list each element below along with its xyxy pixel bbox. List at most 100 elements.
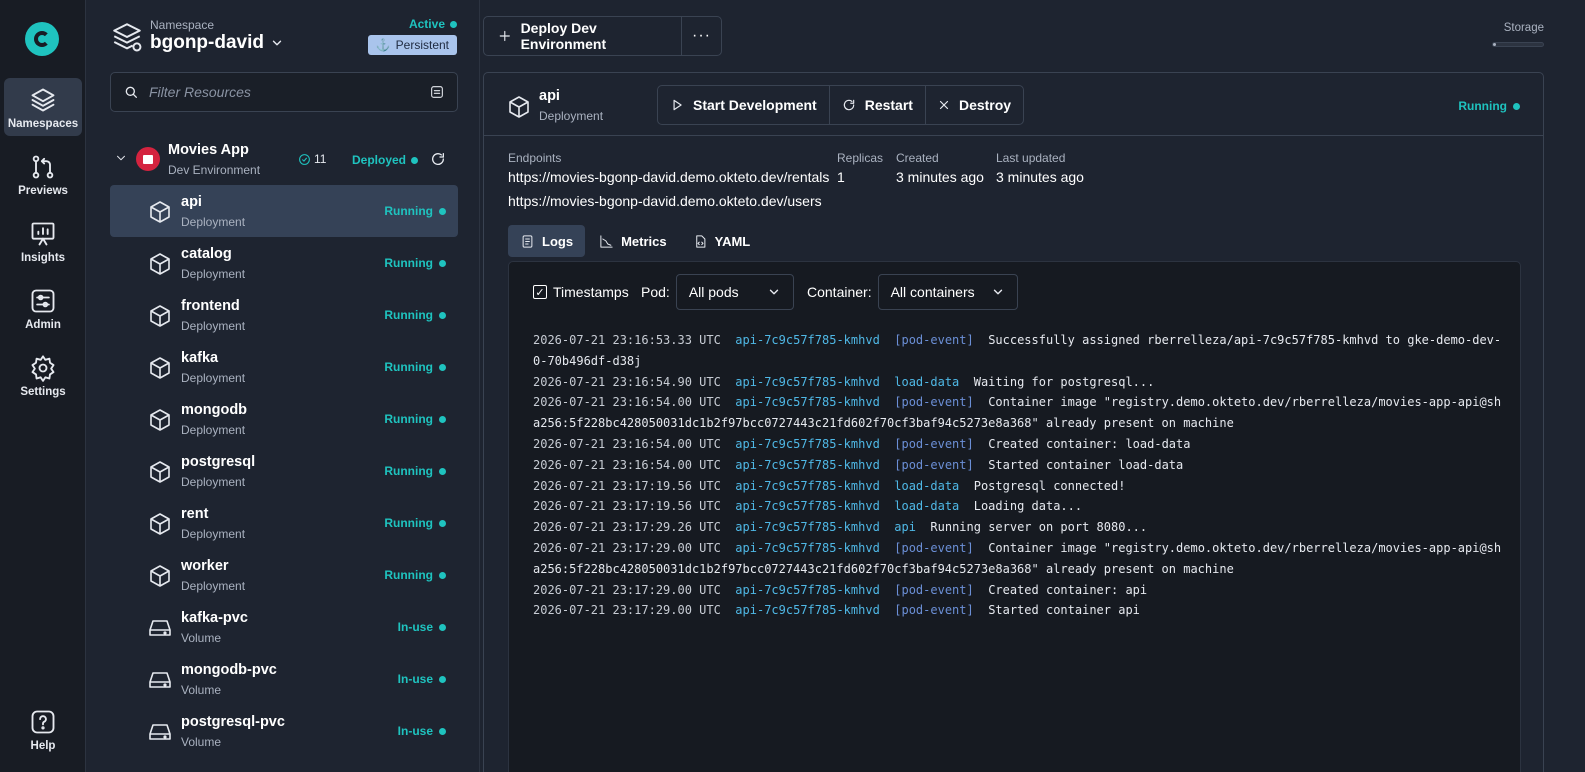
namespace-caption: Namespace — [150, 18, 215, 32]
resource-item-mongodb[interactable]: mongodb Deployment Running — [110, 393, 458, 445]
log-message: Started container load-data — [988, 457, 1184, 472]
resource-item-rent[interactable]: rent Deployment Running — [110, 497, 458, 549]
resource-item-worker[interactable]: worker Deployment Running — [110, 549, 458, 601]
resource-item-postgresql[interactable]: postgresql Deployment Running — [110, 445, 458, 497]
play-icon — [673, 99, 682, 111]
cube-icon — [150, 513, 170, 535]
log-timestamp: 2026-07-21 23:16:53.33 UTC — [533, 333, 721, 347]
nav-namespaces[interactable]: Namespaces — [4, 78, 82, 136]
file-code-icon — [695, 234, 705, 248]
storage-progress-fill — [1493, 43, 1496, 46]
endpoint-link[interactable]: https://movies-bgonp-david.demo.okteto.d… — [508, 169, 829, 185]
nav-admin[interactable]: Admin — [4, 279, 82, 337]
detail-status-label: Running — [1458, 99, 1507, 113]
resource-status-label: Running — [384, 256, 433, 270]
log-pod: api-7c9c57f785-kmhvd — [735, 520, 880, 535]
log-timestamp: 2026-07-21 23:17:29.00 UTC — [533, 603, 721, 618]
group-name: Movies App — [168, 142, 249, 158]
timestamps-checkbox[interactable]: ✓ — [533, 285, 547, 299]
tab-label: Logs — [542, 233, 574, 249]
resource-item-api[interactable]: api Deployment Running — [110, 185, 458, 237]
tab-logs[interactable]: Logs — [508, 225, 586, 257]
status-dot — [439, 675, 446, 683]
log-message: Postgresql connected! — [973, 478, 1126, 493]
resource-item-kafka[interactable]: kafka Deployment Running — [110, 341, 458, 393]
status-dot — [439, 727, 446, 735]
resource-type: Deployment — [181, 423, 246, 437]
resource-status: In-use — [398, 620, 446, 634]
status-dot — [439, 623, 446, 631]
chevron-down-icon — [769, 289, 779, 295]
filter-options-icon[interactable] — [429, 84, 445, 100]
created-value: 3 minutes ago — [896, 169, 984, 185]
refresh-icon[interactable] — [430, 151, 446, 167]
filter-input[interactable] — [149, 84, 419, 100]
deploy-dev-environment-button[interactable]: Deploy Dev Environment — [483, 16, 682, 56]
resource-item-postgresql-pvc[interactable]: postgresql-pvc Volume In-use — [110, 705, 458, 757]
log-message: Created container: api — [988, 582, 1148, 597]
log-line: 2026-07-21 23:17:19.56 UTC api-7c9c57f78… — [533, 496, 1503, 517]
anchor-icon: ⚓ — [375, 38, 391, 52]
nav-help[interactable]: Help — [4, 700, 82, 758]
container-label: Container: — [807, 284, 872, 300]
log-timestamp: 2026-07-21 23:16:54.00 UTC — [533, 436, 721, 451]
cube-icon — [150, 305, 170, 327]
replicas-label: Replicas — [837, 151, 884, 165]
pod-select[interactable]: All pods — [675, 274, 794, 310]
line-chart-icon — [600, 234, 613, 248]
nav-label: Settings — [20, 386, 66, 398]
resource-status: Running — [384, 360, 446, 374]
log-message: Loading data... — [973, 499, 1083, 514]
log-timestamp: 2026-07-21 23:16:54.00 UTC — [533, 457, 721, 472]
resource-status: Running — [384, 568, 446, 582]
sliders-icon — [31, 289, 55, 313]
nav-label: Insights — [20, 252, 66, 264]
resource-item-catalog[interactable]: catalog Deployment Running — [110, 237, 458, 289]
start-development-button[interactable]: Start Development — [658, 86, 830, 124]
log-line: 2026-07-21 23:16:54.00 UTC api-7c9c57f78… — [533, 392, 1503, 434]
resource-type: Deployment — [181, 527, 246, 541]
restart-button[interactable]: Restart — [830, 86, 926, 124]
nav-settings[interactable]: Settings — [4, 346, 82, 404]
nav-label: Admin — [25, 319, 61, 331]
timestamps-toggle[interactable]: ✓ Timestamps — [533, 274, 629, 310]
tab-metrics[interactable]: Metrics — [587, 225, 679, 257]
updated-value: 3 minutes ago — [996, 169, 1084, 185]
status-dot — [439, 467, 446, 475]
namespace-status-label: Active — [408, 17, 445, 31]
check-circle-icon — [299, 153, 310, 165]
persistent-label: Persistent — [395, 38, 449, 52]
namespace-status: Active — [409, 17, 457, 31]
status-dot — [1513, 102, 1520, 110]
tab-yaml[interactable]: YAML — [681, 225, 763, 257]
resource-status: Running — [384, 464, 446, 478]
namespace-selector[interactable]: bgonp-david — [150, 32, 284, 54]
replicas-value: 1 — [837, 169, 845, 185]
resource-name: rent — [181, 506, 209, 522]
container-select[interactable]: All containers — [877, 274, 1018, 310]
resource-item-mongodb-pvc[interactable]: mongodb-pvc Volume In-use — [110, 653, 458, 705]
okteto-logo[interactable] — [25, 22, 59, 56]
resource-item-frontend[interactable]: frontend Deployment Running — [110, 289, 458, 341]
log-source: load-data — [894, 478, 960, 493]
log-line: 2026-07-21 23:16:54.00 UTC api-7c9c57f78… — [533, 434, 1503, 455]
status-dot — [439, 259, 446, 267]
resource-item-kafka-pvc[interactable]: kafka-pvc Volume In-use — [110, 601, 458, 653]
resource-status-label: Running — [384, 516, 433, 530]
dev-environment-group[interactable]: Movies App Dev Environment 11 Deployed — [110, 137, 458, 181]
resource-type: Deployment — [181, 319, 246, 333]
nav-previews[interactable]: Previews — [4, 145, 82, 203]
resource-name: mongodb-pvc — [181, 662, 277, 678]
nav-insights[interactable]: Insights — [4, 212, 82, 270]
log-pod: api-7c9c57f785-kmhvd — [735, 333, 880, 347]
resource-status-label: Running — [384, 204, 433, 218]
pod-filter: Pod: All pods — [641, 274, 794, 310]
endpoint-link[interactable]: https://movies-bgonp-david.demo.okteto.d… — [508, 193, 822, 209]
more-options-button[interactable]: ··· — [681, 16, 722, 56]
chevron-down-icon[interactable] — [114, 151, 128, 165]
storage-label: Storage — [1503, 22, 1544, 34]
destroy-button[interactable]: Destroy — [926, 86, 1023, 124]
resource-name: catalog — [181, 246, 232, 262]
updated-label: Last updated — [996, 151, 1066, 165]
log-pod: api-7c9c57f785-kmhvd — [735, 436, 880, 451]
